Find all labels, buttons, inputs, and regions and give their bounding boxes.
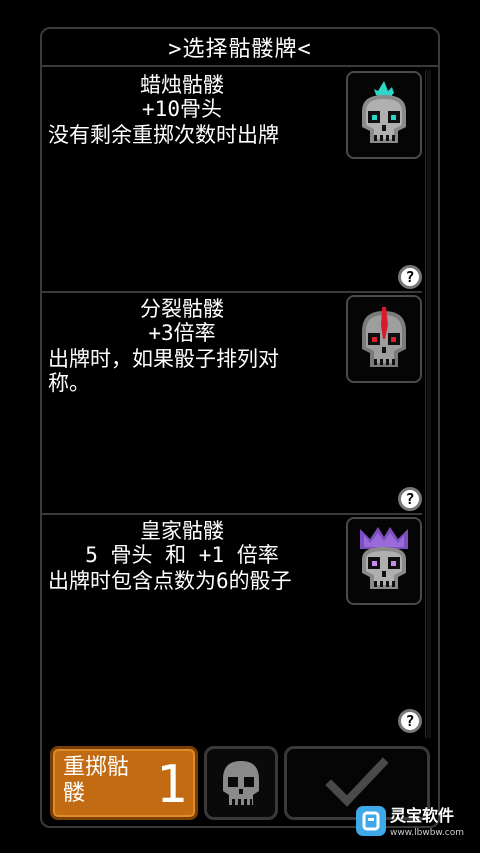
- candle-skull-icon: [362, 81, 406, 143]
- card-candle-skull[interactable]: 蜡烛骷髅 +10骨头 没有剩余重掷次数时出牌 ?: [42, 69, 422, 293]
- reroll-label: 重掷骷髅: [63, 755, 130, 806]
- card-effect: 5 骨头 和 +1 倍率: [85, 543, 279, 567]
- panel-title: >选择骷髅牌<: [42, 29, 438, 67]
- split-skull-icon: [362, 307, 406, 367]
- card-effect: +10骨头: [142, 97, 222, 121]
- card-portrait: [346, 517, 422, 605]
- card-split-skull[interactable]: 分裂骷髅 +3倍率 出牌时，如果骰子排列对称。 ?: [42, 293, 422, 515]
- reroll-count: 1: [155, 755, 187, 815]
- help-button[interactable]: ?: [398, 487, 422, 511]
- watermark-logo-icon: [356, 806, 386, 836]
- card-royal-skull[interactable]: 皇家骷髅 5 骨头 和 +1 倍率 出牌时包含点数为6的骰子 ?: [42, 515, 422, 739]
- skull-deck-button[interactable]: [204, 746, 278, 820]
- card-effect: +3倍率: [148, 321, 216, 345]
- card-name: 分裂骷髅: [140, 297, 224, 321]
- card-name: 蜡烛骷髅: [140, 73, 224, 97]
- help-button[interactable]: ?: [398, 265, 422, 289]
- card-portrait: [346, 295, 422, 383]
- card-list-scrollbar[interactable]: [425, 70, 432, 738]
- card-description: 出牌时包含点数为6的骰子: [48, 569, 292, 593]
- reroll-skull-button[interactable]: 重掷骷髅 1: [50, 746, 198, 820]
- card-name: 皇家骷髅: [140, 519, 224, 543]
- card-text: 分裂骷髅 +3倍率 出牌时，如果骰子排列对称。: [48, 297, 316, 395]
- help-button[interactable]: ?: [398, 709, 422, 733]
- watermark-url: www.lbwbw.com: [390, 828, 465, 838]
- card-text: 皇家骷髅 5 骨头 和 +1 倍率 出牌时包含点数为6的骰子: [48, 519, 316, 593]
- card-description: 出牌时，如果骰子排列对称。: [48, 347, 279, 395]
- watermark: 灵宝软件 www.lbwbw.com: [356, 806, 474, 844]
- card-description: 没有剩余重掷次数时出牌: [48, 123, 279, 147]
- skull-icon: [223, 761, 259, 805]
- watermark-name: 灵宝软件: [390, 806, 455, 825]
- scrollbar-thumb[interactable]: [427, 70, 431, 738]
- card-text: 蜡烛骷髅 +10骨头 没有剩余重掷次数时出牌: [48, 73, 316, 147]
- royal-skull-icon: [360, 527, 408, 589]
- card-portrait: [346, 71, 422, 159]
